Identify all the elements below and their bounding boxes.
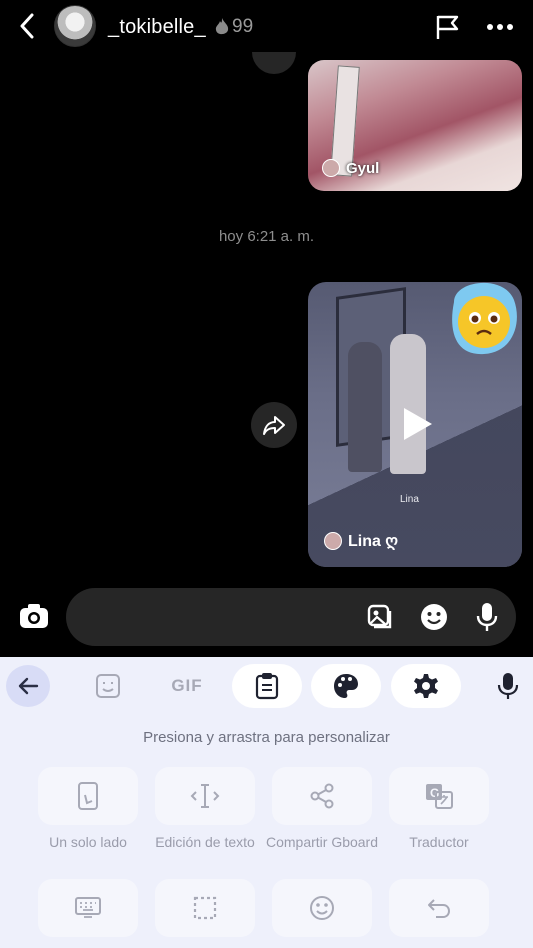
translate-icon: G xyxy=(426,784,453,809)
keyboard-panel: GIF Presiona y arrastra para personaliza… xyxy=(0,657,533,948)
streak-badge: 99 xyxy=(214,16,253,38)
avatar[interactable] xyxy=(54,5,96,47)
reaction-button[interactable] xyxy=(252,52,296,74)
message-input[interactable] xyxy=(66,588,516,646)
gif-label: GIF xyxy=(171,676,203,695)
settings-icon[interactable] xyxy=(391,664,461,708)
text-editing-label: Edición de texto xyxy=(155,834,255,850)
emoji-button[interactable] xyxy=(272,879,372,937)
video-credit: Lina ღ xyxy=(324,531,398,551)
share-button[interactable] xyxy=(251,402,297,448)
share-gboard-label: Compartir Gboard xyxy=(265,834,379,850)
translator-button[interactable]: G xyxy=(389,767,489,825)
flag-icon[interactable] xyxy=(433,12,463,42)
sticker-reaction-icon xyxy=(452,282,517,355)
share-arrow-icon xyxy=(263,416,285,435)
gallery-icon[interactable] xyxy=(364,601,396,633)
back-arrow-icon[interactable] xyxy=(6,665,50,707)
keyboard-button[interactable] xyxy=(38,879,138,937)
sticker-icon[interactable] xyxy=(88,664,128,708)
back-arrow-icon[interactable] xyxy=(14,12,40,40)
one-handed-button[interactable] xyxy=(38,767,138,825)
select-button[interactable] xyxy=(155,879,255,937)
keyboard-toolbar: GIF xyxy=(0,657,533,715)
share-gboard-button[interactable] xyxy=(272,767,372,825)
text-editing-button[interactable] xyxy=(155,767,255,825)
image-message[interactable]: Gyul xyxy=(308,60,522,191)
customize-hint: Presiona y arrastra para personalizar xyxy=(143,729,390,746)
streak-count: 99 xyxy=(232,16,254,37)
camera-icon[interactable] xyxy=(14,596,54,636)
gif-button[interactable]: GIF xyxy=(152,664,222,708)
undo-button[interactable] xyxy=(389,879,489,937)
message-timestamp: hoy 6:21 a. m. xyxy=(218,228,315,245)
video-thumbnail-figure xyxy=(348,342,382,472)
keyboard-icon xyxy=(75,897,101,918)
text-cursor-icon xyxy=(190,784,220,808)
sticker-icon[interactable] xyxy=(418,601,450,633)
play-icon[interactable] xyxy=(396,404,436,444)
username[interactable]: _tokibelle_ xyxy=(108,16,206,39)
credit-avatar-icon xyxy=(324,532,342,550)
select-icon xyxy=(193,896,217,920)
microphone-icon[interactable] xyxy=(471,601,503,633)
translator-label: Traductor xyxy=(409,834,469,850)
credit-text: Lina ღ xyxy=(348,533,398,550)
undo-icon xyxy=(428,899,450,918)
more-icon[interactable] xyxy=(484,12,516,42)
microphone-icon[interactable] xyxy=(488,664,528,708)
chat-header: _tokibelle_ 99 xyxy=(0,0,533,56)
credit-avatar-icon xyxy=(322,159,340,177)
one-handed-label: Un solo lado xyxy=(49,834,127,850)
share-icon xyxy=(310,783,334,809)
video-caption: Lina xyxy=(400,494,419,505)
palette-icon[interactable] xyxy=(311,664,381,708)
clipboard-icon[interactable] xyxy=(232,664,302,708)
credit-text: Gyul xyxy=(346,159,380,177)
image-credit: Gyul xyxy=(322,159,379,177)
flame-icon xyxy=(215,18,229,35)
one-handed-icon xyxy=(78,782,98,810)
emoji-icon xyxy=(310,896,334,920)
